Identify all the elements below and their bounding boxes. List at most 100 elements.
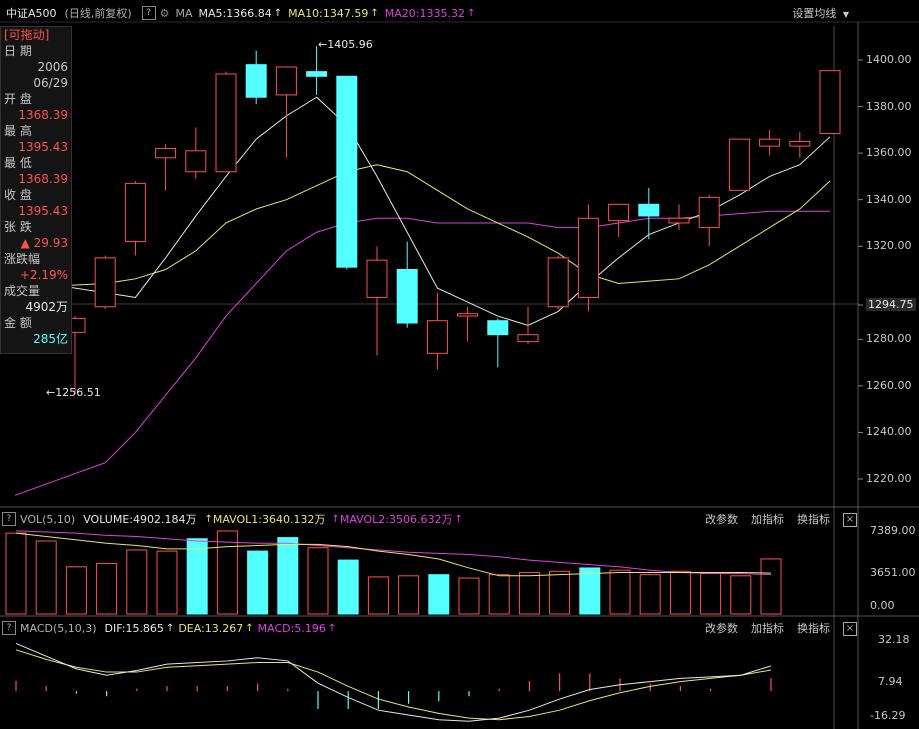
- amount-value: 285亿: [33, 332, 68, 346]
- price-tick-label: 1360.00: [866, 146, 912, 160]
- dif-line: [15, 643, 772, 722]
- candle-up: [517, 334, 539, 343]
- candle-up: [457, 313, 479, 317]
- vol-switch-indicator[interactable]: 换指标: [797, 511, 830, 527]
- candle-up: [275, 66, 297, 96]
- low-annotation: ←1256.51: [46, 386, 101, 399]
- candle-down: [306, 71, 328, 77]
- macd-value: MACD:5.196: [257, 621, 326, 635]
- candle-up: [668, 217, 690, 224]
- change-value: ▲ 29.93: [20, 236, 68, 250]
- high-value: 1405.96: [327, 38, 373, 51]
- volume-bar: [65, 566, 87, 615]
- close-value: 1395.43: [18, 204, 68, 218]
- volume-bar: [669, 570, 691, 615]
- change-label: 张 跌: [4, 220, 32, 234]
- volume-bar: [247, 550, 269, 615]
- macd-header: ? MACD(5,10,3) DIF:15.865 ↑ DEA:13.267 ↑…: [0, 619, 919, 637]
- candle-down: [487, 320, 509, 336]
- price-tick-label: 1320.00: [866, 239, 912, 253]
- high-value: 1395.43: [18, 140, 68, 154]
- draggable-label[interactable]: [可拖动]: [1, 27, 71, 43]
- candle-up: [789, 140, 811, 147]
- candle-up: [185, 150, 207, 173]
- volume-bar: [700, 573, 722, 615]
- volume-bar: [760, 558, 782, 615]
- dif-value: DIF:15.865: [104, 621, 164, 635]
- volume-value: VOLUME:4902.184万: [83, 513, 197, 526]
- price-tick-label: 1220.00: [866, 472, 912, 485]
- mavol2-value: MAVOL2:3506.632万: [339, 513, 453, 526]
- close-label: 收 盘: [4, 188, 32, 202]
- volume-bar: [277, 537, 299, 615]
- close-icon[interactable]: ×: [843, 622, 857, 636]
- vol-change-params[interactable]: 改参数: [705, 511, 738, 527]
- left-arrow-icon: ←: [46, 386, 56, 399]
- volume-bar: [156, 550, 178, 615]
- candle-down: [638, 203, 660, 217]
- candle-up: [124, 182, 146, 243]
- open-label: 开 盘: [4, 92, 32, 106]
- amount-label: 金 额: [4, 316, 32, 330]
- date-label: 日 期: [4, 44, 32, 58]
- candle-up: [819, 70, 841, 135]
- up-arrow-icon: ↑: [331, 513, 340, 525]
- macd-tick-label: 7.94: [878, 675, 903, 688]
- volume-bar: [186, 538, 208, 615]
- candle-up: [577, 217, 599, 298]
- help-icon[interactable]: ?: [2, 512, 16, 526]
- candle-up: [698, 196, 720, 229]
- date-md: 06/29: [33, 76, 68, 90]
- volume-tick-label: 0.00: [870, 599, 895, 612]
- volume-bar: [609, 569, 631, 615]
- volume-value: 4902万: [25, 300, 68, 314]
- macd-title[interactable]: MACD(5,10,3): [20, 622, 97, 635]
- candle-up: [608, 203, 630, 222]
- vol-add-indicator[interactable]: 加指标: [751, 511, 784, 527]
- candle-down: [336, 75, 358, 268]
- volume-bar: [96, 562, 118, 615]
- candle-up: [215, 73, 237, 173]
- volume-bar: [398, 575, 420, 615]
- up-arrow-icon: ↑: [245, 622, 254, 634]
- vol-title[interactable]: VOL(5,10): [20, 513, 75, 526]
- candle-up: [728, 138, 750, 191]
- price-tick-label: 1280.00: [866, 332, 912, 346]
- up-arrow-icon: ↑: [204, 513, 213, 525]
- volume-bar: [307, 547, 329, 615]
- candle-down: [396, 269, 418, 324]
- volume-bar: [5, 532, 27, 615]
- volume-header: ? VOL(5,10) VOLUME:4902.184万 ↑ MAVOL1:36…: [0, 510, 919, 528]
- up-arrow-icon: ↑: [327, 622, 337, 634]
- volume-bar: [730, 575, 752, 615]
- up-arrow-icon: ↑: [454, 513, 463, 525]
- price-tick-label: 1340.00: [866, 192, 912, 206]
- ma20-line: [14, 210, 830, 496]
- macd-switch-indicator[interactable]: 换指标: [797, 620, 830, 636]
- volume-bar: [639, 574, 661, 615]
- candle-down: [245, 64, 267, 98]
- macd-change-params[interactable]: 改参数: [705, 620, 738, 636]
- volume-tick-label: 3651.00: [870, 566, 916, 579]
- volume-bar: [35, 540, 57, 615]
- close-icon[interactable]: ×: [843, 513, 857, 527]
- left-arrow-icon: ←: [318, 38, 328, 51]
- ohlc-info-panel[interactable]: [可拖动] 日 期 2006 06/29 开 盘 1368.39 最 高 139…: [0, 26, 72, 354]
- price-tick-label: 1294.75: [866, 297, 916, 311]
- macd-add-indicator[interactable]: 加指标: [751, 620, 784, 636]
- high-label: 最 高: [4, 124, 32, 138]
- dea-line: [15, 649, 772, 721]
- low-label: 最 低: [4, 156, 32, 170]
- help-icon[interactable]: ?: [2, 621, 16, 635]
- macd-tick-label: -16.29: [870, 709, 906, 722]
- volume-bar: [367, 576, 389, 615]
- volume-bar: [428, 574, 450, 615]
- date-year: 2006: [37, 60, 68, 74]
- volume-bar: [216, 530, 238, 615]
- candle-up: [366, 259, 388, 298]
- volume-bar: [549, 570, 571, 615]
- high-annotation: ←1405.96: [318, 38, 373, 51]
- open-value: 1368.39: [18, 108, 68, 122]
- up-arrow-icon: ↑: [165, 622, 175, 634]
- volume-bar: [488, 574, 510, 615]
